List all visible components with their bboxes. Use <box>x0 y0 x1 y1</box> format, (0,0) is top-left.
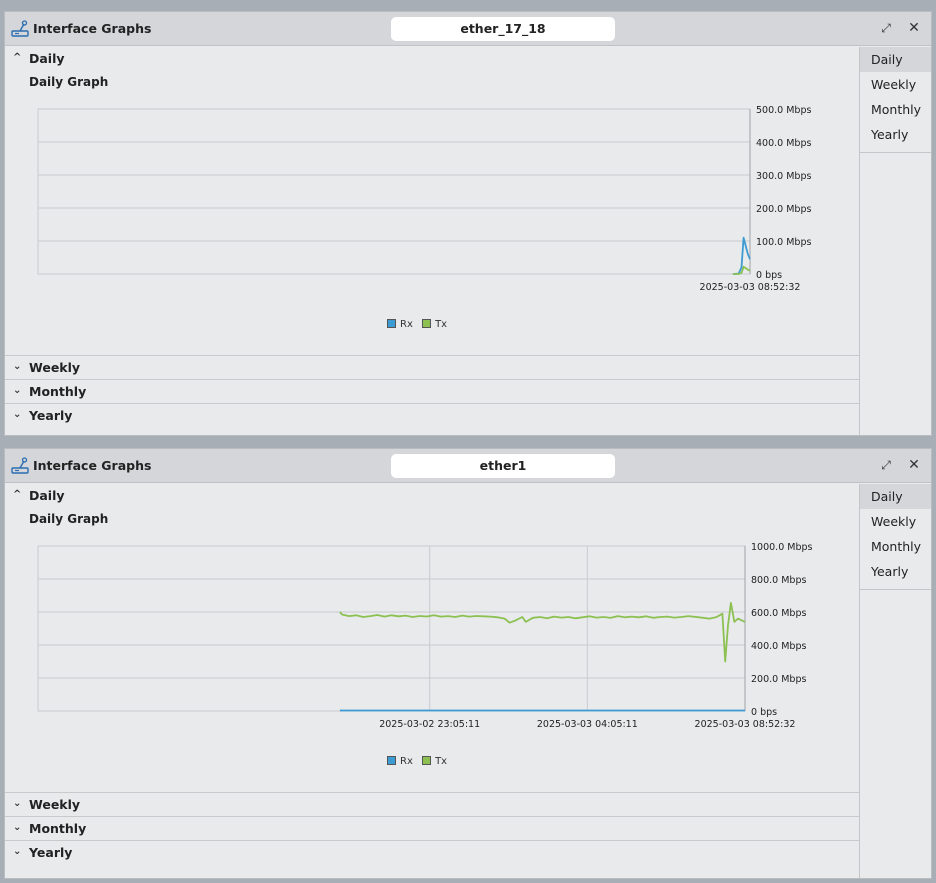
x-tick-label: 2025-03-03 04:05:11 <box>537 719 638 730</box>
daily-graph-chart: 1000.0 Mbps 800.0 Mbps 600.0 Mbps 400.0 Mbp… <box>37 542 813 730</box>
chevron-up-icon: ^ <box>13 52 22 63</box>
sidebar-item-yearly[interactable]: Yearly <box>860 559 931 584</box>
sidebar-divider <box>860 152 931 153</box>
interface-name-field[interactable]: ether1 <box>391 454 615 478</box>
section-yearly-header[interactable]: ⌄ Yearly <box>5 403 860 427</box>
y-tick-label: 0 bps <box>756 270 782 281</box>
chevron-up-icon: ^ <box>13 489 22 500</box>
section-weekly-label: Weekly <box>29 797 81 812</box>
title-bar[interactable]: Interface Graphs ether_17_18 ⤢ ✕ <box>5 12 931 46</box>
sidebar-item-yearly[interactable]: Yearly <box>860 122 931 147</box>
section-yearly-label: Yearly <box>29 845 73 860</box>
window-title: Interface Graphs <box>33 458 152 473</box>
y-tick-label: 200.0 Mbps <box>756 204 811 215</box>
close-icon[interactable]: ✕ <box>905 456 923 474</box>
y-tick-label: 200.0 Mbps <box>751 674 806 685</box>
graph-content: ^ Daily Daily Graph 1000.0 Mbps 800.0 Mbp… <box>5 484 860 878</box>
x-tick-label: 2025-03-02 23:05:11 <box>379 719 480 730</box>
section-yearly-header[interactable]: ⌄ Yearly <box>5 840 860 864</box>
y-tick-label: 600.0 Mbps <box>751 608 806 619</box>
interface-name-field[interactable]: ether_17_18 <box>391 17 615 41</box>
graph-title: Daily Graph <box>29 512 109 526</box>
x-tick-label: 2025-03-03 08:52:32 <box>695 719 796 730</box>
interface-graph-icon <box>11 457 29 474</box>
legend-tx-label: Tx <box>435 319 448 330</box>
y-tick-label: 500.0 Mbps <box>756 105 811 116</box>
legend-rx-swatch <box>387 319 396 328</box>
section-daily-label: Daily <box>29 488 65 503</box>
legend-rx: Rx <box>387 756 413 767</box>
expand-icon[interactable]: ⤢ <box>877 19 895 37</box>
section-weekly-label: Weekly <box>29 360 81 375</box>
sidebar-item-weekly[interactable]: Weekly <box>860 509 931 534</box>
legend-tx: Tx <box>422 756 447 767</box>
y-tick-label: 300.0 Mbps <box>756 171 811 182</box>
plot-frame <box>37 108 751 275</box>
section-monthly-label: Monthly <box>29 384 87 399</box>
y-tick-label: 400.0 Mbps <box>751 641 806 652</box>
legend-tx-label: Tx <box>435 756 448 767</box>
section-monthly-label: Monthly <box>29 821 87 836</box>
legend-tx: Tx <box>422 319 447 330</box>
chevron-down-icon: ⌄ <box>13 798 22 809</box>
sidebar-divider <box>860 589 931 590</box>
sidebar-item-daily[interactable]: Daily <box>860 484 931 509</box>
legend-tx-swatch <box>422 319 432 328</box>
interface-graphs-window-2: Interface Graphs ether1 ⤢ ✕ ^ Daily Dail… <box>4 448 932 879</box>
daily-graph-chart: 500.0 Mbps 400.0 Mbps 300.0 Mbps 200.0 Mbps… <box>37 105 811 293</box>
chevron-down-icon: ⌄ <box>13 385 22 396</box>
y-tick-label: 1000.0 Mbps <box>751 542 813 553</box>
legend-rx-label: Rx <box>400 756 413 767</box>
chevron-down-icon: ⌄ <box>13 822 22 833</box>
window-title: Interface Graphs <box>33 21 152 36</box>
chart-legend: Rx Tx <box>387 319 453 333</box>
graph-title: Daily Graph <box>29 75 109 89</box>
chevron-down-icon: ⌄ <box>13 409 22 420</box>
y-tick-label: 100.0 Mbps <box>756 237 811 248</box>
sidebar-item-monthly[interactable]: Monthly <box>860 97 931 122</box>
y-tick-label: 400.0 Mbps <box>756 138 811 149</box>
y-tick-label: 800.0 Mbps <box>751 575 806 586</box>
chevron-down-icon: ⌄ <box>13 361 22 372</box>
legend-rx-swatch <box>387 756 396 765</box>
close-icon[interactable]: ✕ <box>905 19 923 37</box>
legend-rx-label: Rx <box>400 319 413 330</box>
plot-frame <box>37 545 746 712</box>
chevron-down-icon: ⌄ <box>13 846 22 857</box>
legend-rx: Rx <box>387 319 413 330</box>
section-daily-header[interactable]: ^ Daily <box>5 47 860 71</box>
period-sidebar: Daily Weekly Monthly Yearly <box>859 484 931 878</box>
expand-icon[interactable]: ⤢ <box>877 456 895 474</box>
sidebar-item-monthly[interactable]: Monthly <box>860 534 931 559</box>
legend-tx-swatch <box>422 756 432 765</box>
section-weekly-header[interactable]: ⌄ Weekly <box>5 355 860 379</box>
section-weekly-header[interactable]: ⌄ Weekly <box>5 792 860 816</box>
chart-legend: Rx Tx <box>387 756 453 770</box>
x-tick-label: 2025-03-03 08:52:32 <box>700 282 801 293</box>
y-tick-label: 0 bps <box>751 707 777 718</box>
title-bar[interactable]: Interface Graphs ether1 ⤢ ✕ <box>5 449 931 483</box>
graph-content: ^ Daily Daily Graph 500.0 Mbps 400.0 Mbps… <box>5 47 860 435</box>
section-monthly-header[interactable]: ⌄ Monthly <box>5 379 860 403</box>
interface-graph-icon <box>11 20 29 37</box>
sidebar-item-weekly[interactable]: Weekly <box>860 72 931 97</box>
section-monthly-header[interactable]: ⌄ Monthly <box>5 816 860 840</box>
section-yearly-label: Yearly <box>29 408 73 423</box>
sidebar-item-daily[interactable]: Daily <box>860 47 931 72</box>
section-daily-label: Daily <box>29 51 65 66</box>
section-daily-header[interactable]: ^ Daily <box>5 484 860 508</box>
interface-graphs-window-1: Interface Graphs ether_17_18 ⤢ ✕ ^ Daily… <box>4 11 932 436</box>
period-sidebar: Daily Weekly Monthly Yearly <box>859 47 931 435</box>
